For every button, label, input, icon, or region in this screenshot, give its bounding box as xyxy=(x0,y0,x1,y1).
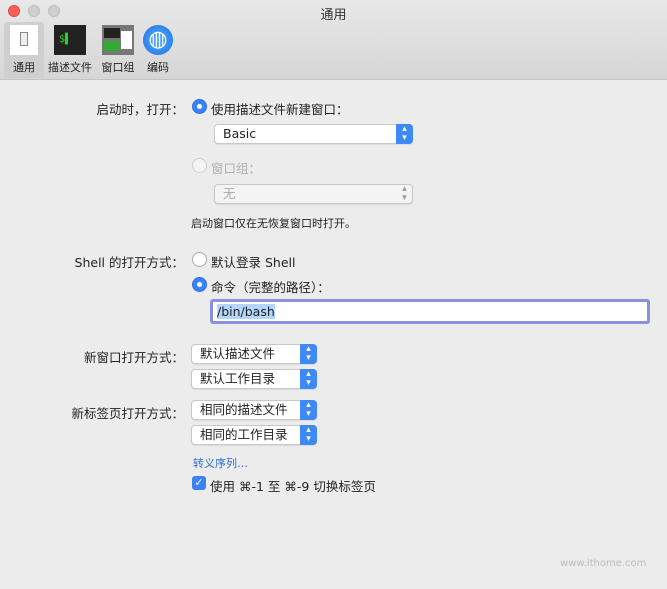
select-value: 相同的工作目录 xyxy=(200,427,288,442)
new-tab-profile-select[interactable]: 相同的描述文件 ▴ ▾ xyxy=(191,400,317,420)
select-value: 相同的描述文件 xyxy=(200,402,288,417)
startup-label: 启动时，打开： xyxy=(96,102,184,117)
select-value: 默认工作目录 xyxy=(200,371,276,386)
tab-window-groups[interactable]: 窗口组 xyxy=(98,22,138,78)
window-title: 通用 xyxy=(320,8,347,23)
general-icon xyxy=(10,25,38,55)
startup-note: 启动窗口仅在无恢复窗口时打开。 xyxy=(191,217,356,230)
command-value: /bin/bash xyxy=(217,304,275,319)
tab-encodings[interactable]: ◍ 编码 xyxy=(140,22,176,78)
tab-label: 描述文件 xyxy=(48,61,92,74)
radio-label: 使用描述文件新建窗口： xyxy=(211,102,349,117)
chevron-updown-icon: ▴ ▾ xyxy=(300,344,317,364)
select-value: 默认描述文件 xyxy=(200,346,276,361)
watermark: www.ithome.com xyxy=(560,558,647,569)
radio-window-group[interactable] xyxy=(192,158,207,173)
tab-profiles[interactable]: $▌ 描述文件 xyxy=(46,22,94,78)
chevron-updown-icon: ▴ ▾ xyxy=(300,369,317,389)
chevron-updown-icon: ▴ ▾ xyxy=(300,425,317,445)
tab-switch-checkbox[interactable]: ✓ xyxy=(192,476,206,490)
new-window-directory-select[interactable]: 默认工作目录 ▴ ▾ xyxy=(191,369,317,389)
tab-label: 编码 xyxy=(147,61,169,74)
globe-icon: ◍ xyxy=(143,25,173,55)
shell-label: Shell 的打开方式： xyxy=(74,255,184,270)
profile-icon: $▌ xyxy=(54,25,86,55)
radio-label: 窗口组： xyxy=(211,161,262,176)
select-value: 无 xyxy=(223,186,236,201)
select-value: Basic xyxy=(223,126,257,141)
window-group-select[interactable]: 无 ▴ ▾ xyxy=(214,184,413,204)
chevron-updown-icon: ▴ ▾ xyxy=(396,124,413,144)
tab-label: 窗口组 xyxy=(101,61,135,74)
radio-label: 默认登录 Shell xyxy=(211,255,296,270)
new-window-label: 新窗口打开方式： xyxy=(83,350,184,365)
radio-label: 命令（完整的路径）： xyxy=(211,280,330,295)
tab-general[interactable]: 通用 xyxy=(4,22,44,78)
new-window-profile-select[interactable]: 默认描述文件 ▴ ▾ xyxy=(191,344,317,364)
tab-label: 通用 xyxy=(13,61,35,74)
startup-profile-select[interactable]: Basic ▴ ▾ xyxy=(214,124,413,144)
radio-command[interactable] xyxy=(192,277,207,292)
command-input[interactable]: /bin/bash xyxy=(210,299,650,324)
radio-new-window-profile[interactable] xyxy=(192,99,207,114)
checkbox-label: 使用 ⌘-1 至 ⌘-9 切换标签页 xyxy=(210,479,376,494)
radio-default-shell[interactable] xyxy=(192,252,207,267)
new-tab-directory-select[interactable]: 相同的工作目录 ▴ ▾ xyxy=(191,425,317,445)
escape-sequences-link[interactable]: 转义序列… xyxy=(193,455,248,471)
new-tab-label: 新标签页打开方式： xyxy=(71,406,184,421)
chevron-updown-icon: ▴ ▾ xyxy=(300,400,317,420)
window-group-icon xyxy=(102,25,134,55)
chevron-updown-icon: ▴ ▾ xyxy=(402,184,407,203)
title-bar: 通用 通用 $▌ 描述文件 窗口组 ◍ 编码 xyxy=(0,0,667,80)
